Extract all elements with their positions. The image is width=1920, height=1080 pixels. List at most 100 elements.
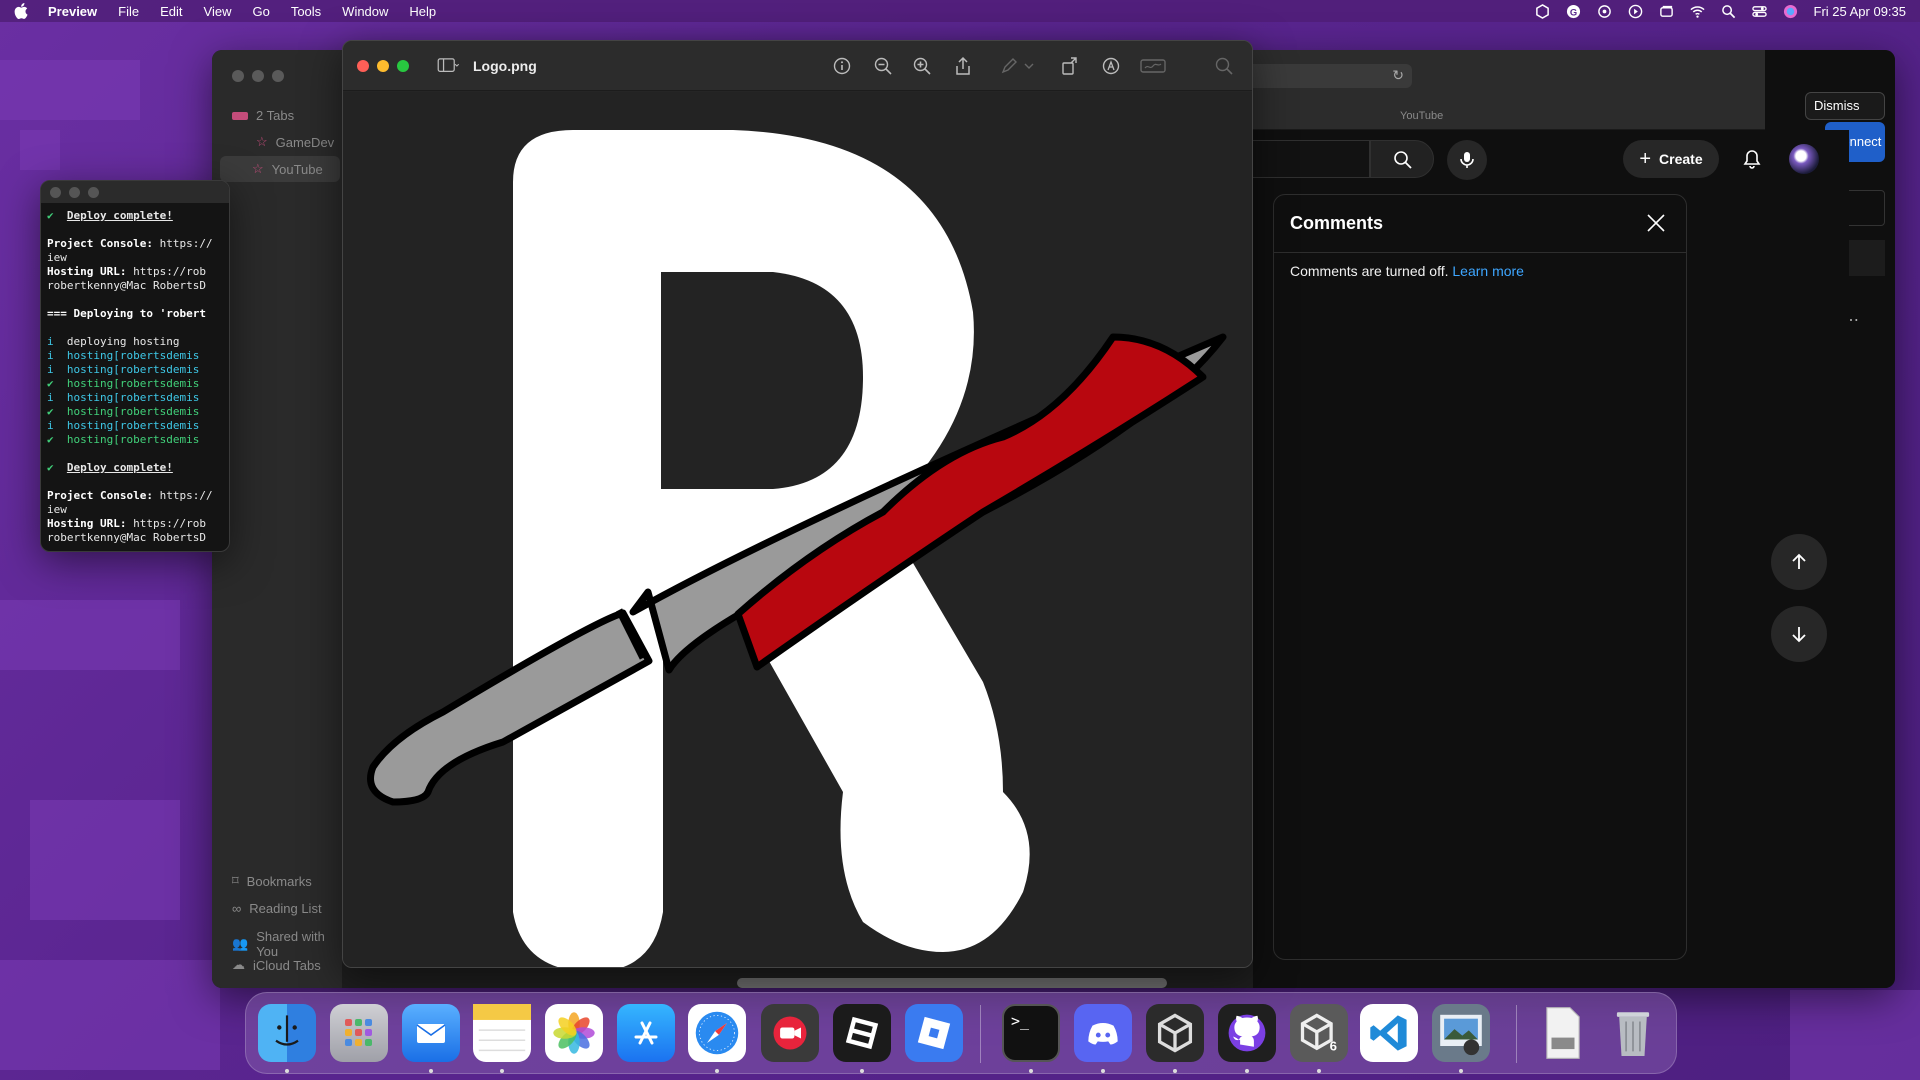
menu-tools[interactable]: Tools [291, 4, 321, 19]
menu-view[interactable]: View [204, 4, 232, 19]
markup-pen-icon[interactable] [999, 56, 1019, 76]
dock-launchpad[interactable] [330, 1004, 388, 1062]
menu-edit[interactable]: Edit [160, 4, 182, 19]
dock-mail[interactable] [402, 1004, 460, 1062]
sidebar-bookmarks[interactable]: ⌑ Bookmarks [232, 873, 312, 889]
zoom-icon[interactable] [397, 59, 409, 72]
apple-menu-icon[interactable] [14, 3, 28, 19]
finder-icon [275, 1015, 299, 1046]
terminal-line: ✔ Deploy complete! [47, 209, 223, 223]
stage-manager-icon[interactable] [1659, 4, 1674, 19]
sidebar-reading-list[interactable]: ∞ Reading List [232, 901, 322, 916]
reload-icon[interactable]: ↻ [1392, 67, 1404, 84]
dock-safari[interactable] [688, 1004, 746, 1062]
sidebar-shared[interactable]: 👥 Shared with You [232, 929, 342, 959]
safari-window-controls [232, 70, 284, 82]
dock-finder[interactable] [258, 1004, 316, 1062]
control-center-icon[interactable] [1751, 4, 1767, 19]
microphone-icon [1460, 152, 1474, 168]
zoom-in-icon[interactable] [912, 56, 932, 76]
running-indicator [1029, 1069, 1033, 1073]
close-icon[interactable] [232, 70, 244, 82]
dock-roblox-studio[interactable] [833, 1004, 891, 1062]
grammarly-status-icon[interactable]: G [1566, 4, 1581, 19]
wifi-icon[interactable] [1689, 4, 1705, 19]
dock-downloads[interactable] [1534, 1004, 1592, 1062]
sync-status-icon[interactable] [1597, 4, 1612, 19]
minimize-icon[interactable] [69, 186, 80, 198]
sidebar-tab-group[interactable]: 2 Tabs [232, 108, 294, 123]
dock-github-desktop[interactable] [1218, 1004, 1276, 1062]
scroll-down-button[interactable] [1771, 606, 1827, 662]
notifications-bell-icon[interactable] [1741, 148, 1763, 170]
menu-window[interactable]: Window [342, 4, 388, 19]
zoom-out-icon[interactable] [873, 56, 893, 76]
sidebar-tab-youtube[interactable]: ☆ YouTube [220, 156, 340, 182]
play-status-icon[interactable] [1628, 4, 1643, 19]
document-title[interactable]: Logo.png [473, 58, 537, 74]
comments-disabled-message: Comments are turned off. Learn more [1274, 253, 1686, 289]
dock-vscode[interactable] [1360, 1004, 1418, 1062]
svg-text:6: 6 [1330, 1039, 1337, 1054]
image-canvas[interactable] [343, 92, 1252, 967]
signature-icon[interactable] [1140, 56, 1166, 76]
search-input[interactable] [1253, 140, 1370, 178]
close-icon[interactable] [357, 59, 369, 72]
terminal-line: robertkenny@Mac RobertsD [47, 531, 223, 545]
terminal-line-text: hosting[robertsdemis [66, 433, 200, 446]
siri-icon[interactable] [1783, 4, 1798, 19]
dock-trash[interactable] [1604, 1004, 1662, 1062]
dock-preview[interactable] [1432, 1004, 1490, 1062]
dock-video-recorder[interactable] [761, 1004, 819, 1062]
menu-app-name[interactable]: Preview [48, 4, 97, 19]
menu-file[interactable]: File [118, 4, 139, 19]
running-indicator [1459, 1069, 1463, 1073]
avatar[interactable] [1789, 144, 1819, 174]
dismiss-button[interactable]: Dismiss [1805, 92, 1885, 120]
horizontal-scrollbar[interactable] [737, 978, 1167, 988]
terminal-line-prefix: Project Console: [47, 237, 160, 250]
sidebar-toggle-icon[interactable] [437, 57, 459, 74]
dock-app-store[interactable] [617, 1004, 675, 1062]
dock-unity-6[interactable]: 6 [1290, 1004, 1348, 1062]
close-icon[interactable] [1646, 213, 1666, 233]
chevron-down-icon[interactable] [1023, 56, 1035, 76]
unity-status-icon[interactable] [1535, 3, 1550, 19]
dock-unity-hub[interactable] [1146, 1004, 1204, 1062]
terminal-line-text: https:// [159, 489, 213, 502]
rotate-icon[interactable] [1060, 56, 1080, 76]
dock-discord[interactable] [1074, 1004, 1132, 1062]
info-icon[interactable] [832, 56, 852, 76]
spotlight-icon[interactable] [1721, 4, 1736, 19]
voice-search-button[interactable] [1447, 140, 1487, 180]
menu-bar-clock[interactable]: Fri 25 Apr 09:35 [1814, 4, 1907, 19]
markup-icon[interactable] [1101, 56, 1121, 76]
search-button[interactable] [1370, 140, 1434, 178]
share-icon[interactable] [953, 56, 973, 76]
menu-help[interactable]: Help [409, 4, 436, 19]
learn-more-link[interactable]: Learn more [1452, 263, 1524, 279]
dock-terminal[interactable]: >_ [1002, 1004, 1060, 1062]
scroll-up-button[interactable] [1771, 534, 1827, 590]
search-icon[interactable] [1214, 56, 1234, 76]
minimize-icon[interactable] [377, 59, 389, 72]
terminal-line-prefix: robertkenny@Mac RobertsD [47, 279, 206, 292]
dock-notes[interactable] [473, 1004, 531, 1062]
zoom-icon[interactable] [272, 70, 284, 82]
running-indicator [500, 1069, 504, 1073]
wallpaper-pixel [0, 600, 180, 670]
create-button[interactable]: + Create [1623, 140, 1719, 178]
wallpaper-pixel [0, 960, 220, 1070]
minimize-icon[interactable] [252, 70, 264, 82]
tab-strip-youtube[interactable]: YouTube [1400, 110, 1443, 122]
trash-icon [1616, 1012, 1650, 1056]
dock-roblox[interactable] [905, 1004, 963, 1062]
zoom-icon[interactable] [88, 186, 99, 198]
sidebar-icloud-tabs[interactable]: ☁ iCloud Tabs [232, 957, 321, 973]
terminal-output[interactable]: ✔ Deploy complete! Project Console: http… [41, 203, 229, 551]
dock-photos[interactable] [545, 1004, 603, 1062]
close-icon[interactable] [50, 186, 61, 198]
menu-go[interactable]: Go [252, 4, 269, 19]
sidebar-tab-gamedev[interactable]: ☆ GameDev [256, 134, 334, 150]
